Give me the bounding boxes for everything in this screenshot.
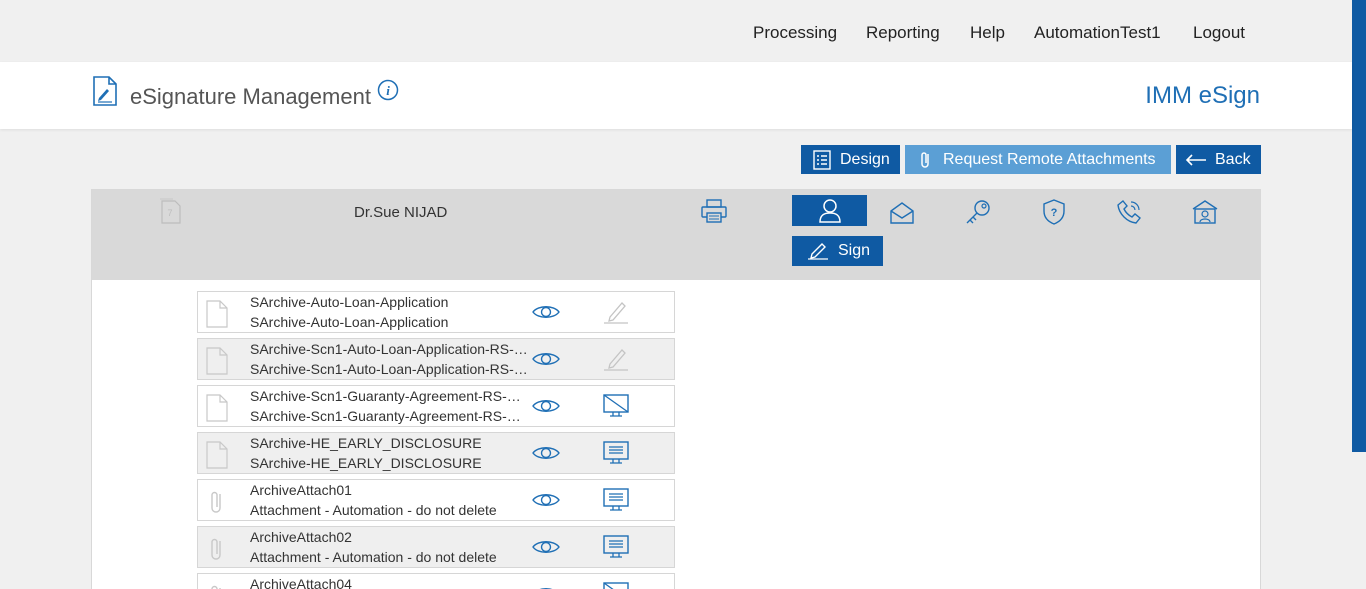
svg-text:i: i [386,83,390,98]
document-description: Attachment - Automation - do not delete [250,549,497,565]
file-icon [206,441,228,474]
monitor-icon[interactable] [602,533,630,566]
document-name: SArchive-Scn1-Auto-Loan-Application-RS-A… [250,341,530,357]
key-icon[interactable] [962,196,994,228]
back-button-label: Back [1215,150,1251,168]
signer-name: Dr.Sue NIJAD [354,204,448,221]
document-description: Attachment - Automation - do not delete [250,502,497,518]
eye-icon[interactable] [532,398,560,419]
sign-button-label: Sign [838,242,871,259]
document-row[interactable]: SArchive-Scn1-Guaranty-Agreement-RS-AF..… [197,385,675,427]
document-description: SArchive-Scn1-Auto-Loan-Application-RS-A… [250,361,530,377]
document-description: SArchive-Scn1-Guaranty-Agreement-RS-AF..… [250,408,530,424]
document-row[interactable]: SArchive-Scn1-Auto-Loan-Application-RS-A… [197,338,675,380]
sign-disabled-icon [602,298,630,331]
printer-icon[interactable] [698,196,730,226]
nav-reporting[interactable]: Reporting [866,23,940,43]
paperclip-icon [206,488,228,521]
file-icon [206,347,228,380]
document-description: SArchive-HE_EARLY_DISCLOSURE [250,455,482,471]
top-navigation: Processing Reporting Help AutomationTest… [0,0,1352,62]
paperclip-icon [206,535,228,568]
eye-icon[interactable] [532,539,560,560]
monitor-icon[interactable] [602,486,630,519]
document-name: SArchive-Scn1-Guaranty-Agreement-RS-AF..… [250,388,530,404]
shield-question-icon[interactable]: ? [1038,196,1070,228]
eye-icon[interactable] [532,492,560,513]
monitor-off-icon[interactable] [602,580,630,589]
paperclip-icon [921,151,929,168]
eye-icon[interactable] [532,304,560,325]
sign-button[interactable]: Sign [792,236,883,266]
file-icon [206,394,228,427]
nav-help[interactable]: Help [970,23,1005,43]
signer-header: 7 Dr.Sue NIJAD ? Sign [92,190,1260,280]
nav-user[interactable]: AutomationTest1 [1034,23,1161,43]
back-button[interactable]: Back [1176,145,1261,174]
document-name: ArchiveAttach01 [250,482,352,498]
id-card-icon[interactable] [1189,196,1221,228]
page-header: eSignature Management i IMM eSign [0,62,1352,129]
document-name: ArchiveAttach04 [250,576,352,589]
vertical-scrollbar[interactable] [1352,0,1366,452]
page-title: eSignature Management [130,84,371,109]
brand-label: IMM eSign [1145,82,1260,109]
document-row[interactable]: SArchive-Auto-Loan-Application SArchive-… [197,291,675,333]
nav-processing[interactable]: Processing [753,23,837,43]
arrow-left-icon [1185,153,1206,166]
monitor-off-icon[interactable] [602,392,630,425]
list-icon [813,149,831,170]
design-button-label: Design [840,150,890,168]
request-remote-attachments-button[interactable]: Request Remote Attachments [905,145,1171,174]
paperclip-icon [206,582,228,589]
document-name: ArchiveAttach02 [250,529,352,545]
request-remote-attachments-label: Request Remote Attachments [943,150,1156,168]
document-name: SArchive-HE_EARLY_DISCLOSURE [250,435,482,451]
monitor-icon[interactable] [602,439,630,472]
page-counter-icon: 7 [160,198,182,229]
document-row[interactable]: ArchiveAttach04 [197,573,675,589]
document-row[interactable]: ArchiveAttach01 Attachment - Automation … [197,479,675,521]
person-icon[interactable] [792,195,867,226]
file-icon [206,300,228,333]
eye-icon[interactable] [532,445,560,466]
signer-panel: 7 Dr.Sue NIJAD ? Sign SArchive-Auto-Loan… [91,189,1261,589]
mail-icon[interactable] [887,198,917,228]
svg-text:7: 7 [167,208,172,218]
document-name: SArchive-Auto-Loan-Application [250,294,449,310]
document-description: SArchive-Auto-Loan-Application [250,314,449,330]
pen-icon [808,243,828,260]
svg-text:?: ? [1051,207,1058,219]
eye-icon[interactable] [532,351,560,372]
phone-icon[interactable] [1113,196,1145,228]
sign-disabled-icon [602,345,630,378]
design-button[interactable]: Design [801,145,900,174]
nav-logout[interactable]: Logout [1193,23,1245,43]
document-row[interactable]: ArchiveAttach02 Attachment - Automation … [197,526,675,568]
info-icon[interactable]: i [377,79,399,106]
signature-document-icon [92,76,118,111]
document-row[interactable]: SArchive-HE_EARLY_DISCLOSURE SArchive-HE… [197,432,675,474]
